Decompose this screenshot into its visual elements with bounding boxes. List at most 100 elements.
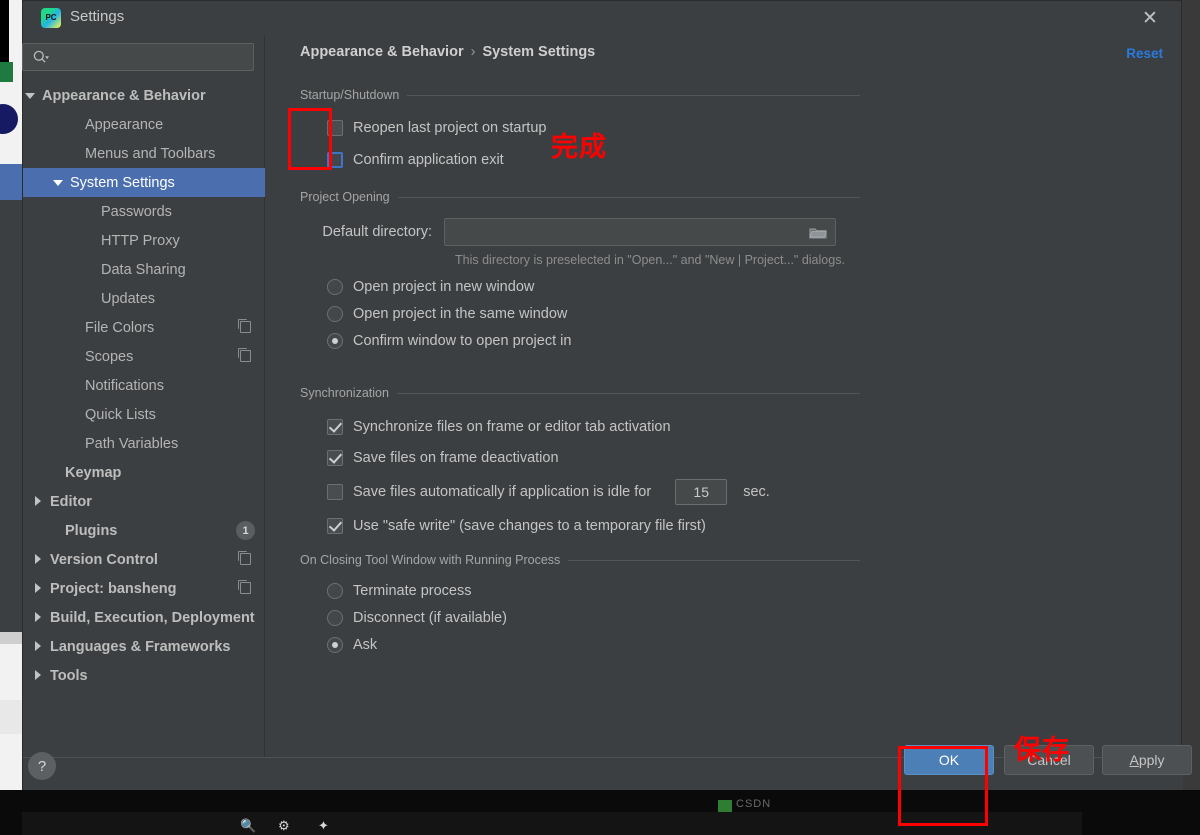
closing-tool-window-radio-row[interactable]: Ask [327,631,860,658]
chevron-right-icon[interactable] [32,553,45,566]
group-title-startup-shutdown: Startup/Shutdown [300,88,860,102]
save-files-idle-checkbox[interactable] [327,483,343,500]
sidebar-item-label: Keymap [65,464,122,481]
sidebar-item-quick-lists[interactable]: Quick Lists [23,400,265,429]
close-icon[interactable]: ✕ [1137,5,1163,31]
sidebar-item-path-variables[interactable]: Path Variables [23,429,265,458]
sidebar-item-scopes[interactable]: Scopes [23,342,265,371]
default-directory-label: Default directory: [322,223,432,240]
sidebar-item-http-proxy[interactable]: HTTP Proxy [23,226,265,255]
chevron-right-icon[interactable] [32,582,45,595]
pycharm-icon: PC [41,8,61,28]
closing-tool-window-radio-label: Terminate process [353,582,472,599]
search-input[interactable] [22,43,254,71]
checkbox-row-safe-write[interactable]: Use "safe write" (save changes to a temp… [327,512,860,539]
sidebar-item-passwords[interactable]: Passwords [23,197,265,226]
project-opening-radio-row[interactable]: Open project in the same window [327,300,860,327]
closing-tool-window-radio-label: Ask [353,636,378,653]
default-directory-hint: This directory is preselected in "Open..… [455,253,845,267]
save-files-idle-label: Save files automatically if application … [353,483,652,500]
closing-tool-window-radio-disconnect-if-available[interactable] [327,609,343,626]
breadcrumb-parent[interactable]: Appearance & Behavior [300,44,464,60]
synchronize-files-checkbox[interactable] [327,418,343,435]
settings-dialog: PC Settings ✕ Appearance & Behavior Appea… [22,0,1192,790]
folder-icon[interactable] [809,225,827,240]
confirm-application-exit-label: Confirm application exit [353,151,504,168]
sidebar-item-version-control[interactable]: Version Control [23,545,265,574]
sidebar-item-notifications[interactable]: Notifications [23,371,265,400]
sidebar-item-appearance-behavior[interactable]: Appearance & Behavior [23,81,265,110]
group-startup-shutdown: Startup/Shutdown Reopen last project on … [300,88,860,173]
group-label: On Closing Tool Window with Running Proc… [300,553,561,567]
project-opening-radio-confirm-window-to-open-project-in[interactable] [327,332,343,349]
sidebar-item-updates[interactable]: Updates [23,284,265,313]
sidebar-item-label: Scopes [85,348,134,365]
checkbox-row-sync-files[interactable]: Synchronize files on frame or editor tab… [327,413,860,440]
sidebar-item-label: System Settings [70,174,175,191]
copy-settings-icon[interactable] [237,347,251,362]
apply-button[interactable]: Apply [1102,745,1192,775]
help-button[interactable]: ? [28,752,56,780]
project-opening-radio-row[interactable]: Open project in new window [327,273,860,300]
checkbox-row-confirm-exit[interactable]: Confirm application exit [327,146,860,173]
chevron-down-icon[interactable] [52,176,65,189]
sidebar-item-appearance[interactable]: Appearance [23,110,265,139]
sidebar-item-data-sharing[interactable]: Data Sharing [23,255,265,284]
project-opening-radio-open-project-in-the-same-window[interactable] [327,305,343,322]
chevron-down-icon[interactable] [24,89,37,102]
chevron-right-icon[interactable] [32,611,45,624]
sidebar-item-label: Data Sharing [101,261,186,278]
sidebar-item-label: File Colors [85,319,155,336]
copy-settings-icon[interactable] [237,318,251,333]
chevron-right-icon[interactable] [32,640,45,653]
background-taskbar [22,812,1082,835]
group-label: Synchronization [300,386,389,400]
background-blue-band [0,164,22,200]
sidebar-item-project-bansheng[interactable]: Project: bansheng [23,574,265,603]
project-opening-radio-label: Open project in the same window [353,305,568,322]
closing-tool-window-radio-ask[interactable] [327,636,343,653]
chevron-right-icon[interactable] [32,495,45,508]
sidebar-item-languages-frameworks[interactable]: Languages & Frameworks [23,632,265,661]
checkbox-row-save-on-deactivation[interactable]: Save files on frame deactivation [327,444,860,471]
checkbox-row-reopen-last-project[interactable]: Reopen last project on startup [327,114,860,141]
sidebar-item-label: Plugins [65,522,118,539]
ok-button[interactable]: OK [904,745,994,775]
background-grey-segment-b [0,700,22,734]
sidebar-item-keymap[interactable]: Keymap [23,458,265,487]
sidebar-item-label: Editor [50,493,92,510]
chevron-right-icon[interactable] [32,669,45,682]
sidebar-item-build-execution-deployment[interactable]: Build, Execution, Deployment [23,603,265,632]
sidebar-item-menus-and-toolbars[interactable]: Menus and Toolbars [23,139,265,168]
save-files-deactivation-checkbox[interactable] [327,449,343,466]
project-opening-radio-label: Open project in new window [353,278,535,295]
plugins-count-badge: 1 [236,521,255,540]
sidebar-item-tools[interactable]: Tools [23,661,265,690]
cancel-button[interactable]: Cancel [1004,745,1094,775]
group-title-synchronization: Synchronization [300,386,860,400]
sidebar-item-system-settings[interactable]: System Settings [23,168,265,197]
save-files-deactivation-label: Save files on frame deactivation [353,449,559,466]
closing-tool-window-radio-row[interactable]: Terminate process [327,577,860,604]
project-opening-radio-row[interactable]: Confirm window to open project in [327,327,860,354]
closing-tool-window-radio-terminate-process[interactable] [327,582,343,599]
safe-write-checkbox[interactable] [327,517,343,534]
default-directory-field[interactable] [444,217,836,246]
copy-settings-icon[interactable] [237,550,251,565]
search-text[interactable] [57,44,249,70]
sidebar-item-file-colors[interactable]: File Colors [23,313,265,342]
idle-seconds-input[interactable]: 15 [675,478,728,505]
group-closing-tool-window: On Closing Tool Window with Running Proc… [300,553,860,658]
project-opening-radio-open-project-in-new-window[interactable] [327,278,343,295]
screen: CSDN 🔍 ⚙ ✦ PC Settings ✕ Appearance & Be… [0,0,1200,835]
sidebar-item-plugins[interactable]: Plugins 1 [23,516,265,545]
confirm-application-exit-checkbox[interactable] [327,151,343,168]
reopen-last-project-checkbox[interactable] [327,119,343,136]
copy-settings-icon[interactable] [237,579,251,594]
sidebar-item-label: Menus and Toolbars [85,145,216,162]
sidebar-item-editor[interactable]: Editor [23,487,265,516]
closing-tool-window-radio-row[interactable]: Disconnect (if available) [327,604,860,631]
group-title-project-opening: Project Opening [300,190,860,204]
reset-link[interactable]: Reset [1126,46,1163,61]
checkbox-row-save-idle[interactable]: Save files automatically if application … [327,478,860,505]
